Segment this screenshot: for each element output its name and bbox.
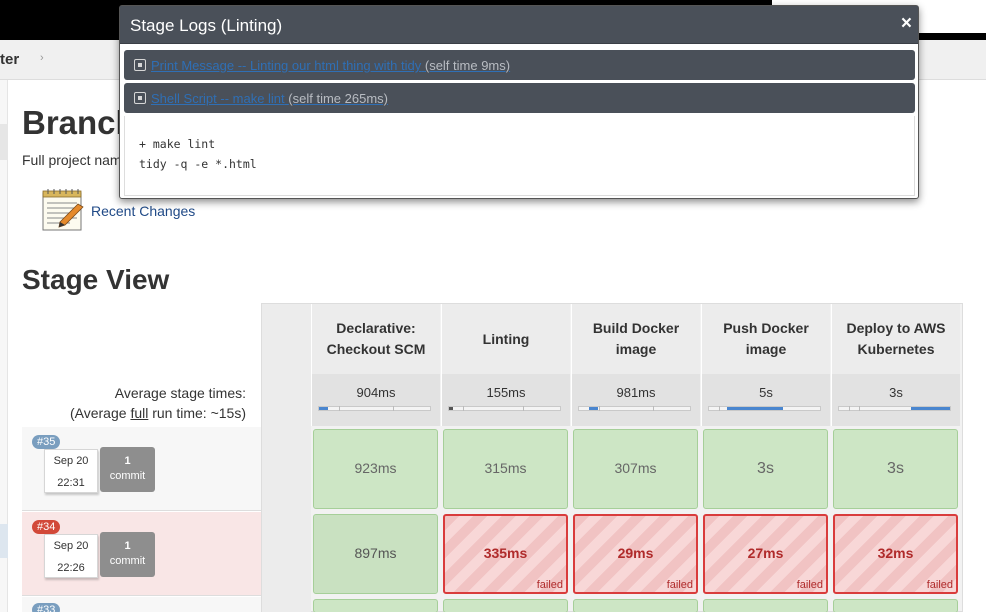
average-time-cell: 904ms	[311, 374, 440, 426]
average-time-cell: 981ms	[571, 374, 700, 426]
stage-cell-success[interactable]: 897ms	[313, 514, 438, 594]
average-time-bar-fill	[319, 407, 328, 410]
recent-changes-link[interactable]: Recent Changes	[91, 203, 195, 219]
commits-button[interactable]: 1 commit	[100, 447, 155, 492]
average-time-value: 904ms	[356, 385, 396, 400]
average-time-value: 981ms	[616, 385, 656, 400]
build-row[interactable]: #34 Sep 20 22:26 1 commit	[22, 512, 261, 596]
console-line: + make lint	[139, 137, 216, 151]
notepad-icon[interactable]	[40, 187, 86, 233]
stage-cell-failed[interactable]: 335ms failed	[443, 514, 568, 594]
stage-cell-success[interactable]: 923ms	[313, 429, 438, 509]
build-row[interactable]: #33	[22, 597, 261, 612]
full-project-name: Full project nam	[22, 152, 122, 168]
average-time-cell: 155ms	[441, 374, 570, 426]
average-time-bar	[578, 406, 691, 411]
stage-cell-success[interactable]	[703, 599, 828, 612]
average-time-bar	[708, 406, 821, 411]
log-step[interactable]: Print Message -- Linting our html thing …	[124, 50, 915, 80]
step-expand-icon[interactable]	[134, 59, 146, 71]
build-number-badge[interactable]: #34	[32, 520, 61, 534]
close-icon[interactable]: ×	[901, 13, 912, 35]
build-number-badge[interactable]: #35	[32, 435, 61, 449]
average-time-cell: 5s	[701, 374, 830, 426]
console-output: + make lint tidy -q -e *.html	[124, 116, 915, 196]
step-expand-icon[interactable]	[134, 92, 146, 104]
step-self-time: (self time 9ms)	[424, 58, 511, 73]
console-line: tidy -q -e *.html	[139, 157, 257, 171]
log-step[interactable]: Shell Script -- make lint (self time 265…	[124, 83, 915, 113]
average-time-cell: 3s	[831, 374, 960, 426]
modal-header: Stage Logs (Linting) ×	[120, 6, 918, 44]
step-name-link[interactable]: Shell Script -- make lint	[151, 91, 285, 106]
modal-title: Stage Logs (Linting)	[130, 16, 283, 35]
stage-header: Build Docker image	[571, 304, 700, 374]
average-time-bar-fill	[589, 407, 598, 410]
average-time-bar-fill	[727, 407, 783, 410]
breadcrumb-separator: ›	[40, 52, 44, 64]
build-row[interactable]: #35 Sep 20 22:31 1 commit	[22, 427, 261, 511]
stage-view-title: Stage View	[22, 264, 170, 295]
average-time-bar	[318, 406, 431, 411]
stage-cell-failed[interactable]: 32ms failed	[833, 514, 958, 594]
stage-cell-success[interactable]: 3s	[833, 429, 958, 509]
average-time-bar-fill	[911, 407, 950, 410]
stage-cell-success[interactable]: 315ms	[443, 429, 568, 509]
stage-header: Declarative: Checkout SCM	[311, 304, 440, 374]
step-self-time: (self time 265ms)	[288, 91, 388, 106]
stage-header: Push Docker image	[701, 304, 830, 374]
stage-cell-success[interactable]: 307ms	[573, 429, 698, 509]
build-date-card: Sep 20 22:26	[44, 534, 98, 578]
stage-grid-spacer	[262, 304, 311, 612]
side-panel-item[interactable]	[0, 524, 8, 558]
average-time-bar	[448, 406, 561, 411]
average-run-time-label: (Average full run time: ~15s)	[69, 405, 246, 421]
average-time-bar	[838, 406, 951, 411]
stage-logs-modal: Stage Logs (Linting) × Print Message -- …	[119, 5, 919, 199]
average-time-value: 3s	[889, 385, 903, 400]
average-time-value: 5s	[759, 385, 773, 400]
stage-cell-failed[interactable]: 27ms failed	[703, 514, 828, 594]
step-name-link[interactable]: Print Message -- Linting our html thing …	[151, 58, 421, 73]
average-time-value: 155ms	[486, 385, 526, 400]
stage-cell-success[interactable]	[833, 599, 958, 612]
average-stage-times-label: Average stage times:	[114, 385, 246, 401]
stage-cell-success[interactable]	[313, 599, 438, 612]
stage-header: Deploy to AWS Kubernetes	[831, 304, 960, 374]
stage-cell-success[interactable]	[573, 599, 698, 612]
build-date-card: Sep 20 22:31	[44, 449, 98, 493]
commits-button[interactable]: 1 commit	[100, 532, 155, 577]
stage-cell-failed[interactable]: 29ms failed	[573, 514, 698, 594]
average-time-bar-fill	[449, 407, 453, 410]
breadcrumb-item[interactable]: ter	[0, 51, 19, 68]
stage-header: Linting	[441, 304, 570, 374]
build-number-badge[interactable]: #33	[32, 603, 61, 612]
side-panel	[0, 80, 8, 612]
stage-cell-success[interactable]	[443, 599, 568, 612]
side-panel-item[interactable]	[0, 124, 8, 160]
stage-cell-success[interactable]: 3s	[703, 429, 828, 509]
full-run-link[interactable]: full	[130, 405, 148, 421]
